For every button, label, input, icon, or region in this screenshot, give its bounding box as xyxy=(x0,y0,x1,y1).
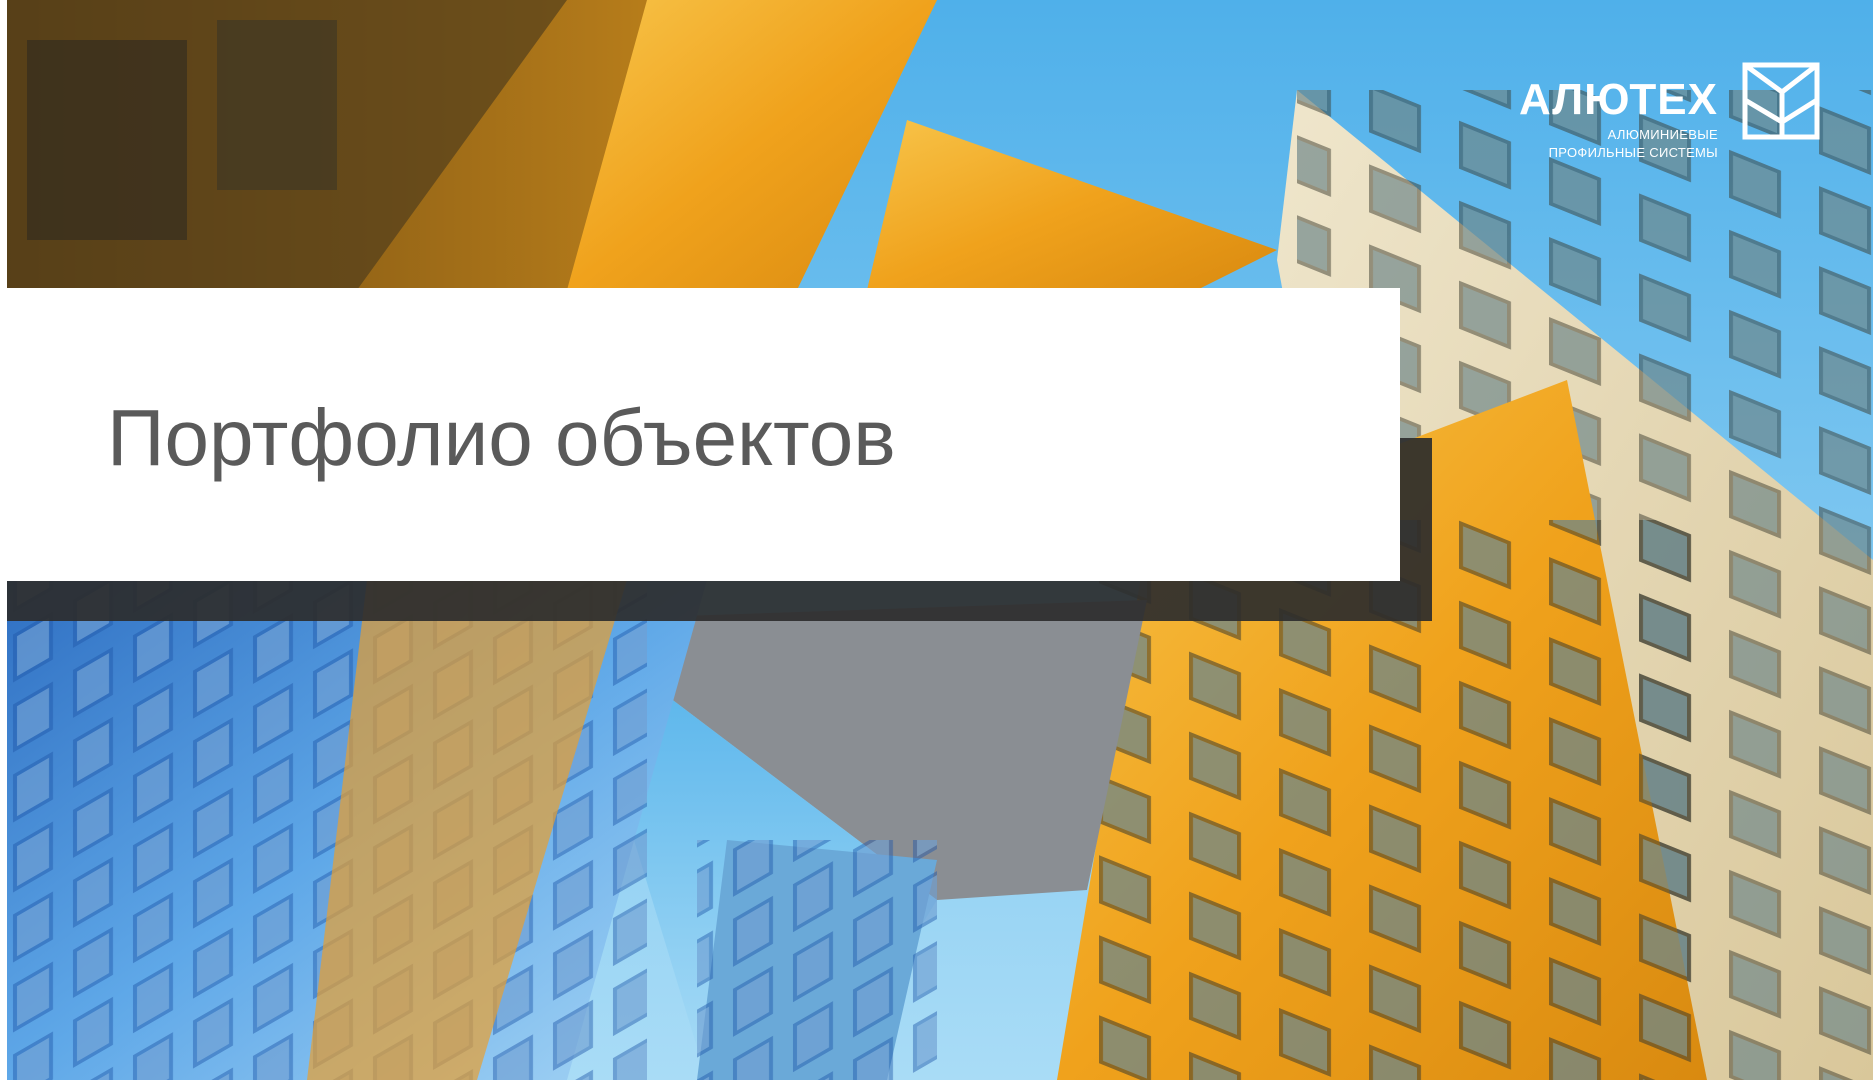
slide-title: Портфолио объектов xyxy=(107,393,896,482)
company-logo: АЛЮТЕХ АЛЮМИНИЕВЫЕ ПРОФИЛЬНЫЕ СИСТЕМЫ xyxy=(1500,60,1820,170)
slide: Портфолио объектов АЛЮТЕХ АЛЮМИНИЕВЫЕ ПР… xyxy=(0,0,1873,1080)
logo-tagline-line2: ПРОФИЛЬНЫЕ СИСТЕМЫ xyxy=(1548,145,1718,160)
alutech-mark-icon xyxy=(1742,62,1820,140)
title-panel: Портфолио объектов xyxy=(7,288,1400,581)
logo-tagline-line1: АЛЮМИНИЕВЫЕ xyxy=(1607,127,1718,142)
logo-wordmark: АЛЮТЕХ xyxy=(1518,75,1718,124)
